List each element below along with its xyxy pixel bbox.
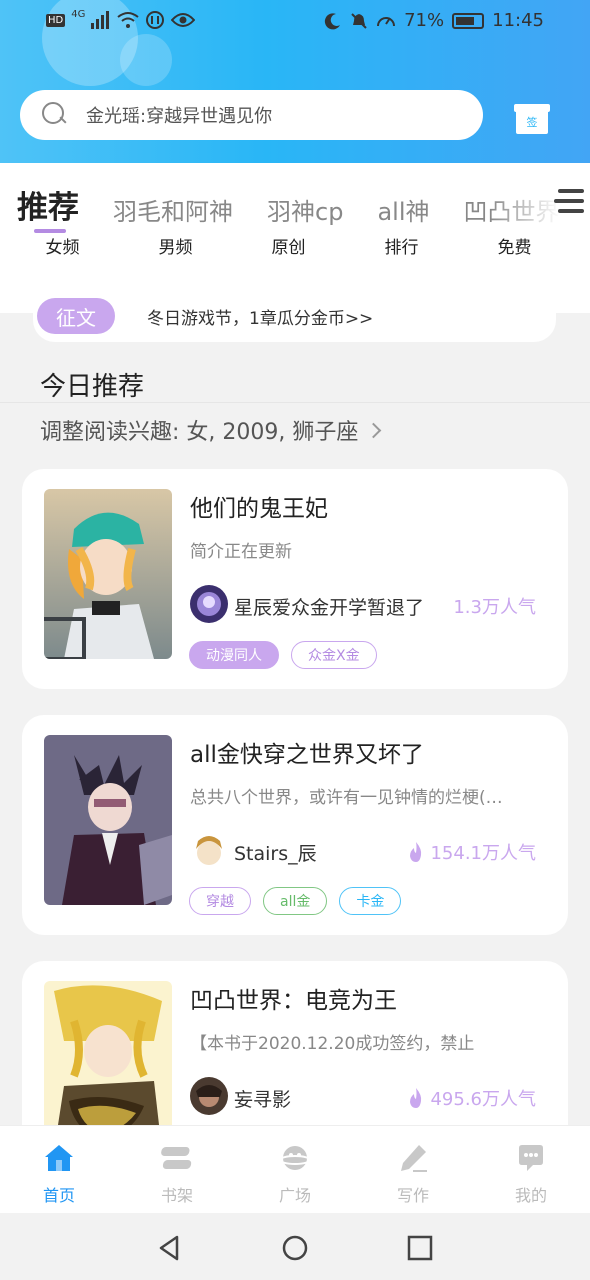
planet-icon bbox=[279, 1146, 311, 1170]
book-cover[interactable] bbox=[44, 735, 172, 905]
tab-all-shen[interactable]: all神 bbox=[377, 192, 429, 227]
divider bbox=[0, 402, 590, 403]
header: HD 4G 71% 11:45 金光瑶:穿越异世遇见你 签 bbox=[0, 0, 590, 163]
battery-percent: 71% bbox=[404, 10, 445, 31]
nav-label: 我的 bbox=[514, 1186, 547, 1205]
nav-label: 广场 bbox=[278, 1186, 311, 1205]
mute-icon bbox=[351, 13, 367, 29]
popularity-value: 154.1万人气 bbox=[430, 843, 536, 864]
chat-icon bbox=[519, 1145, 543, 1171]
popularity-value: 1.3万人气 bbox=[453, 597, 536, 618]
section-title: 今日推荐 bbox=[40, 372, 145, 402]
book-card[interactable]: all金快穿之世界又坏了 总共八个世界，或许有一见钟情的烂梗(… Stairs_… bbox=[22, 715, 568, 935]
bookshelf-icon bbox=[161, 1147, 192, 1169]
speed-icon bbox=[377, 17, 396, 27]
subnav-male[interactable]: 男频 bbox=[113, 233, 226, 258]
nav-label: 书架 bbox=[160, 1186, 193, 1205]
search-input[interactable]: 金光瑶:穿越异世遇见你 bbox=[86, 102, 272, 128]
subnav-ranking[interactable]: 排行 bbox=[339, 233, 452, 258]
subnav-female[interactable]: 女频 bbox=[0, 233, 113, 258]
pen-icon bbox=[401, 1145, 427, 1172]
nav-write[interactable]: 写作 bbox=[354, 1126, 472, 1213]
popularity-value: 495.6万人气 bbox=[430, 1089, 536, 1110]
clock-time: 11:45 bbox=[492, 10, 544, 31]
book-title[interactable]: 凹凸世界：电竞为王 bbox=[190, 981, 397, 1015]
author-name[interactable]: 星辰爱众金开学暂退了 bbox=[234, 593, 424, 620]
adjust-interest-link[interactable]: 调整阅读兴趣: 女, 2009, 狮子座 bbox=[40, 414, 382, 446]
nfc-icon bbox=[146, 11, 165, 29]
hd-badge: HD bbox=[46, 13, 66, 27]
book-description: 总共八个世界，或许有一见钟情的烂梗(… bbox=[190, 788, 503, 808]
eye-icon bbox=[171, 13, 196, 27]
home-icon bbox=[45, 1145, 73, 1171]
nav-home[interactable]: 首页 bbox=[0, 1126, 118, 1213]
book-description: 【本书于2020.12.20成功签约，禁止 bbox=[190, 1034, 475, 1054]
battery-icon bbox=[452, 13, 485, 29]
back-icon[interactable] bbox=[155, 1233, 185, 1263]
book-card[interactable]: 凹凸世界：电竞为王 【本书于2020.12.20成功签约，禁止 妄寻影 495.… bbox=[22, 961, 568, 1151]
home-button-icon[interactable] bbox=[280, 1233, 310, 1263]
status-bar: HD 4G 71% 11:45 bbox=[0, 0, 590, 44]
tag-list: 动漫同人 众金X金 bbox=[189, 641, 377, 669]
tab-recommend[interactable]: 推荐 bbox=[17, 182, 79, 227]
popularity: 154.1万人气 bbox=[408, 839, 536, 865]
notice-text: 冬日游戏节，1章瓜分金币>> bbox=[147, 308, 374, 329]
contest-notice[interactable]: 征文 冬日游戏节，1章瓜分金币>> bbox=[33, 290, 556, 342]
tab-feather-ashen[interactable]: 羽毛和阿神 bbox=[113, 192, 233, 227]
moon-icon bbox=[324, 13, 341, 30]
subnav-original[interactable]: 原创 bbox=[226, 233, 339, 258]
nav-bookshelf[interactable]: 书架 bbox=[118, 1126, 236, 1213]
system-navigation-bar bbox=[0, 1213, 590, 1280]
wifi-icon bbox=[117, 12, 139, 28]
nav-label: 写作 bbox=[396, 1186, 429, 1205]
popularity: 1.3万人气 bbox=[453, 593, 536, 619]
popularity: 495.6万人气 bbox=[408, 1085, 536, 1111]
book-description: 简介正在更新 bbox=[190, 542, 292, 562]
recents-icon[interactable] bbox=[405, 1233, 435, 1263]
nav-plaza[interactable]: 广场 bbox=[236, 1126, 354, 1213]
book-title[interactable]: 他们的鬼王妃 bbox=[190, 489, 328, 523]
avatar bbox=[190, 585, 228, 623]
search-bar[interactable]: 金光瑶:穿越异世遇见你 bbox=[20, 90, 483, 140]
tag[interactable]: 卡金 bbox=[339, 887, 402, 915]
search-icon bbox=[42, 102, 68, 128]
chevron-right-icon bbox=[366, 422, 382, 438]
bottom-navigation: 首页 书架 广场 写作 我的 bbox=[0, 1125, 590, 1213]
network-label: 4G bbox=[71, 9, 86, 20]
gift-label: 签 bbox=[526, 116, 538, 129]
tag[interactable]: 穿越 bbox=[189, 887, 251, 915]
author-name[interactable]: Stairs_辰 bbox=[234, 839, 317, 866]
book-title[interactable]: all金快穿之世界又坏了 bbox=[190, 735, 424, 769]
book-card[interactable]: 他们的鬼王妃 简介正在更新 星辰爱众金开学暂退了 1.3万人气 动漫同人 众金X… bbox=[22, 469, 568, 689]
checkin-gift-button[interactable]: 签 bbox=[514, 100, 550, 136]
nav-profile[interactable]: 我的 bbox=[472, 1126, 590, 1213]
subnav-free[interactable]: 免费 bbox=[452, 233, 565, 258]
tag-list: 穿越 all金 卡金 bbox=[189, 887, 402, 915]
tab-cp[interactable]: 羽神cp bbox=[267, 192, 343, 227]
nav-label: 首页 bbox=[42, 1186, 75, 1205]
menu-icon[interactable] bbox=[554, 189, 584, 213]
fire-icon bbox=[410, 842, 422, 862]
book-cover[interactable] bbox=[44, 489, 172, 659]
tag[interactable]: 动漫同人 bbox=[189, 641, 279, 669]
fire-icon bbox=[410, 1088, 422, 1108]
author-name[interactable]: 妄寻影 bbox=[234, 1085, 291, 1112]
tag[interactable]: all金 bbox=[263, 887, 328, 915]
tag[interactable]: 众金X金 bbox=[291, 641, 377, 669]
avatar bbox=[190, 1077, 228, 1115]
avatar bbox=[190, 831, 228, 869]
sub-navigation: 女频 男频 原创 排行 免费 bbox=[0, 233, 590, 258]
interest-text: 调整阅读兴趣: 女, 2009, 狮子座 bbox=[40, 420, 359, 445]
signal-icon bbox=[91, 11, 110, 29]
notice-badge: 征文 bbox=[37, 298, 115, 334]
